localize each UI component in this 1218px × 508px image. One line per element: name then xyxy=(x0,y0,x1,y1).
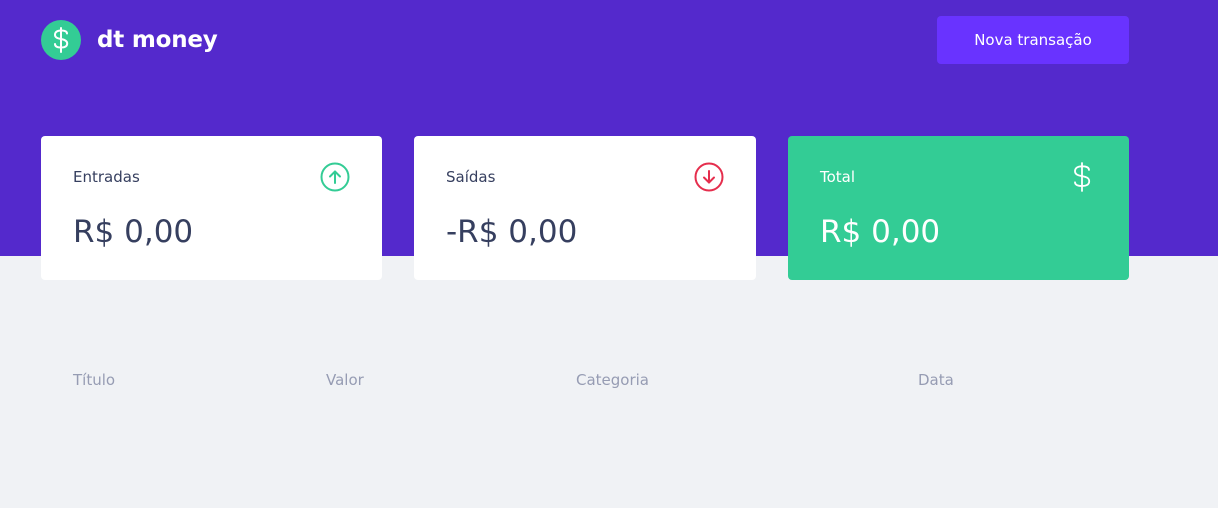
outcome-label: Saídas xyxy=(446,168,496,186)
income-value: R$ 0,00 xyxy=(73,214,194,250)
total-card: Total R$ 0,00 xyxy=(788,136,1129,280)
outcome-value: -R$ 0,00 xyxy=(446,214,578,250)
column-header-titulo: Título xyxy=(73,371,116,389)
income-card: Entradas R$ 0,00 xyxy=(41,136,382,280)
column-header-data: Data xyxy=(918,371,954,389)
income-label: Entradas xyxy=(73,168,140,186)
outcome-card: Saídas -R$ 0,00 xyxy=(414,136,756,280)
arrow-down-circle-icon xyxy=(694,162,724,192)
column-header-valor: Valor xyxy=(326,371,364,389)
column-header-categoria: Categoria xyxy=(576,371,650,389)
app-title: dt money xyxy=(97,27,218,53)
new-transaction-button[interactable]: Nova transação xyxy=(937,16,1129,64)
total-label: Total xyxy=(820,168,856,186)
dollar-icon xyxy=(1067,162,1097,192)
arrow-up-circle-icon xyxy=(320,162,350,192)
dollar-icon xyxy=(41,20,81,60)
total-value: R$ 0,00 xyxy=(820,214,941,250)
